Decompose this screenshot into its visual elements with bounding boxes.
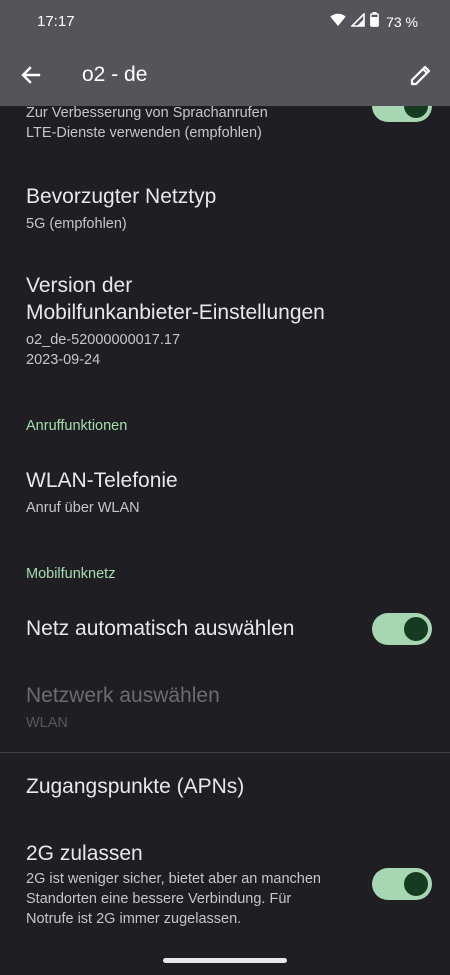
allow-2g-item[interactable]: 2G zulassen 2G ist weniger sicher, biete… [26,840,321,929]
apn-item[interactable]: Zugangspunkte (APNs) [26,773,244,800]
divider [0,752,450,753]
select-network-summary: WLAN [26,715,68,731]
battery-icon [370,12,379,32]
toggle-knob [404,617,428,641]
carrier-version-date: 2023-09-24 [26,352,101,368]
section-header-mobile: Mobilfunknetz [26,566,116,582]
volte-summary-line1: Zur Verbesserung von Sprachanrufen [26,105,268,121]
preferred-network-title: Bevorzugter Netztyp [26,185,217,208]
allow-2g-title: 2G zulassen [26,842,143,865]
section-header-calls: Anruffunktionen [26,418,128,434]
wlan-calling-summary: Anruf über WLAN [26,500,140,516]
toggle-knob [404,872,428,896]
auto-select-toggle[interactable] [372,613,432,645]
auto-select-title: Netz automatisch auswählen [26,617,295,640]
status-time: 17:17 [37,13,75,30]
carrier-version-item[interactable]: Version der Mobilfunkanbieter-Einstellun… [26,272,325,370]
edit-button-overlay[interactable] [408,62,434,93]
volte-toggle[interactable] [372,90,432,122]
arrow-back-icon [18,66,44,92]
battery-percent: 73 % [386,14,418,30]
carrier-version-value: o2_de-52000000017.17 [26,332,181,348]
volte-item[interactable]: Zur Verbesserung von Sprachanrufen LTE-D… [26,103,268,143]
carrier-version-title-line2: Mobilfunkanbieter-Einstellungen [26,301,325,324]
toggle-knob [404,94,428,118]
allow-2g-toggle[interactable] [372,868,432,900]
select-network-title: Netzwerk auswählen [26,684,220,707]
carrier-version-title-line1: Version der [26,274,133,297]
allow-2g-summary-line1: 2G ist weniger sicher, bietet aber an ma… [26,871,321,887]
pencil-icon [408,65,434,92]
wlan-calling-item[interactable]: WLAN-Telefonie Anruf über WLAN [26,467,178,518]
page-title-overlay: o2 - de [82,63,148,86]
signal-icon [350,11,365,32]
wlan-calling-title: WLAN-Telefonie [26,469,178,492]
status-bar: 17:17 73 % [0,0,450,44]
allow-2g-summary-line2: Standorten eine bessere Verbindung. Für [26,891,292,907]
volte-summary-line2: LTE-Dienste verwenden (empfohlen) [26,125,262,141]
wifi-icon [330,13,346,32]
allow-2g-summary-line3: Notrufe ist 2G immer zugelassen. [26,911,242,927]
back-button-overlay[interactable] [18,62,44,93]
preferred-network-summary: 5G (empfohlen) [26,216,127,232]
gesture-nav-handle[interactable] [163,958,287,963]
apn-title: Zugangspunkte (APNs) [26,775,245,798]
preferred-network-item[interactable]: Bevorzugter Netztyp 5G (empfohlen) [26,183,216,234]
status-icons: 73 % [330,11,418,32]
auto-select-item[interactable]: Netz automatisch auswählen [26,615,294,642]
select-network-item: Netzwerk auswählen WLAN [26,682,220,733]
